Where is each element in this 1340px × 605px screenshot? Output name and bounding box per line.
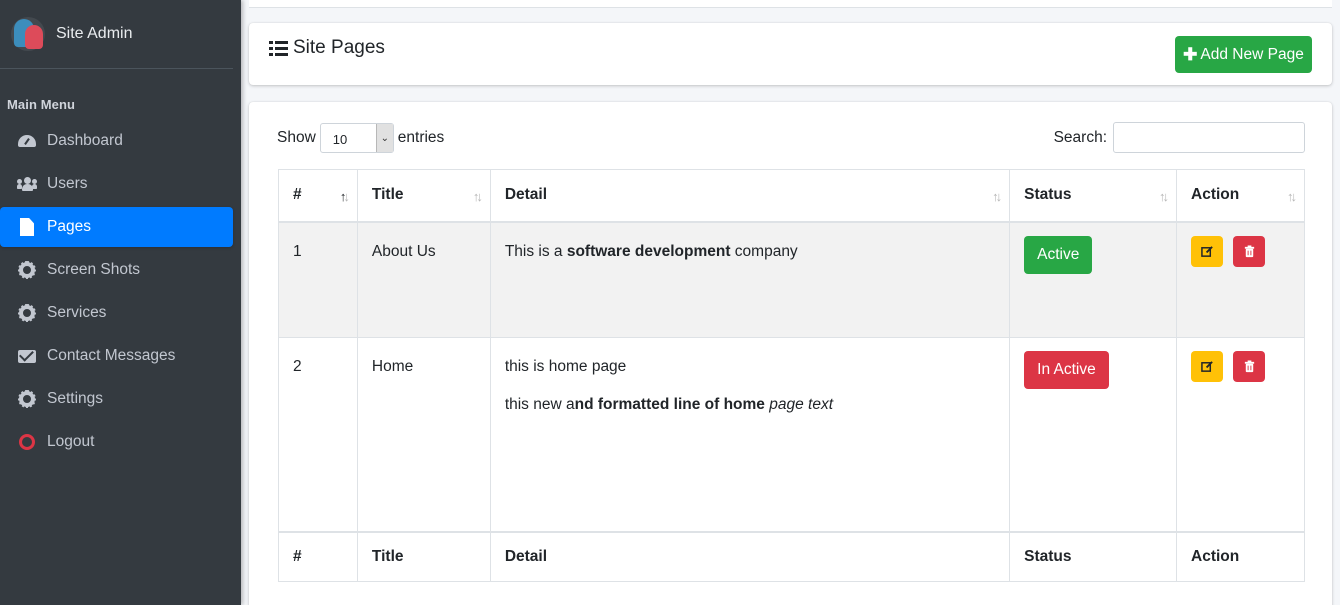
entries-select[interactable]: 10 ⌄ [319,123,394,153]
cell-action [1176,337,1305,532]
cell-detail: this is home page this new and formatted… [489,337,1011,532]
trash-icon [1244,244,1254,257]
gear-icon [17,304,37,322]
sidebar-item-screen-shots[interactable]: Screen Shots [0,250,233,290]
sidebar-item-label: Users [47,175,88,192]
delete-button[interactable] [1233,351,1266,382]
delete-button[interactable] [1233,235,1266,267]
gear-icon [17,390,37,408]
file-icon [17,218,37,236]
cell-action [1176,221,1305,338]
users-icon [17,175,37,193]
pages-table-card: Show 10 ⌄ entries Search: # ↑↓ Title ↑↓ De… [249,102,1332,605]
cell-number: 2 [278,337,358,532]
chevron-down-icon: ⌄ [375,124,393,152]
detail-line: this is home page [504,358,627,375]
sidebar-item-logout[interactable]: Logout [0,422,233,462]
entries-select-value: 10 [332,132,348,147]
cell-status: In Active [1009,337,1178,532]
plus-icon: ✚ [1183,44,1198,64]
entries-length-control: Show 10 ⌄ entries [277,123,444,153]
cell-status: Active [1009,221,1178,338]
sidebar-item-label: Services [47,304,107,321]
table-header-row: # ↑↓ Title ↑↓ Detail ↑↓ Status ↑↓ Action ↑↓ [278,169,1305,223]
footer-action: Action [1176,530,1305,582]
gear-icon [17,261,37,279]
footer-title: Title [356,530,491,582]
sidebar-item-pages[interactable]: Pages [0,207,233,247]
sort-asc-icon: ↑↓ [339,189,350,204]
sidebar-item-label: Logout [47,433,95,450]
sidebar-item-dashboard[interactable]: Dashboard [0,121,233,161]
edit-icon [1200,361,1213,372]
cell-title: Home [356,337,491,532]
page-title: Site Pages [269,37,385,59]
sort-icon: ↑↓ [1159,189,1169,204]
pages-table: # ↑↓ Title ↑↓ Detail ↑↓ Status ↑↓ Action ↑↓ 1… [278,169,1305,582]
menu-header: Main Menu [7,97,76,112]
edit-icon [1200,245,1213,257]
cell-number: 1 [278,221,358,338]
sort-icon: ↑↓ [472,189,483,204]
status-badge[interactable]: Active [1024,235,1093,274]
sidebar-item-contact-messages[interactable]: Contact Messages [0,336,233,376]
sidebar-item-label: Settings [47,390,104,407]
top-navbar [249,0,1332,8]
column-header-action[interactable]: Action ↑↓ [1176,169,1305,223]
column-header-number[interactable]: # ↑↓ [278,169,358,223]
search-control: Search: [1054,122,1305,153]
sidebar-item-label: Pages [47,218,91,235]
sidebar-item-label: Screen Shots [47,261,141,278]
page-header-card: Site Pages ✚ Add New Page [249,23,1332,85]
list-icon [269,40,288,56]
add-new-page-label: Add New Page [1200,45,1304,63]
column-header-detail[interactable]: Detail ↑↓ [489,169,1011,223]
search-input[interactable] [1113,122,1305,153]
sort-icon: ↑↓ [1287,189,1297,204]
page-title-text: Site Pages [293,37,385,58]
search-label: Search: [1053,128,1107,146]
column-header-status[interactable]: Status ↑↓ [1009,169,1178,223]
brand-logo-icon [11,17,45,51]
envelope-icon [17,347,37,365]
power-circle-icon [17,433,37,451]
footer-number: # [278,530,358,582]
brand-text: Site Admin [56,25,133,42]
trash-icon [1244,360,1254,373]
entries-label: entries [397,129,445,146]
cell-detail: This is a software development company [489,221,1011,338]
edit-button[interactable] [1191,351,1224,382]
footer-detail: Detail [489,530,1011,582]
show-label: Show [277,129,316,146]
add-new-page-button[interactable]: ✚ Add New Page [1175,36,1312,73]
detail-line: this new and formatted line of home page… [504,396,833,413]
edit-button[interactable] [1191,235,1224,267]
table-footer-row: # Title Detail Status Action [278,530,1305,582]
sidebar-item-settings[interactable]: Settings [0,379,233,419]
sidebar-item-services[interactable]: Services [0,293,233,333]
table-row: 1 About Us This is a software developmen… [278,221,1305,338]
cell-title: About Us [356,221,491,338]
sidebar: Site Admin Main Menu Dashboard Users Pag… [0,0,241,605]
footer-status: Status [1009,530,1178,582]
sidebar-item-label: Dashboard [47,132,123,149]
tachometer-icon [17,132,37,150]
sidebar-item-users[interactable]: Users [0,164,233,204]
table-row: 2 Home this is home page this new and fo… [278,337,1305,532]
brand-link[interactable]: Site Admin [0,0,233,69]
column-header-title[interactable]: Title ↑↓ [356,169,491,223]
sort-icon: ↑↓ [992,189,1002,204]
status-badge[interactable]: In Active [1024,351,1109,389]
sidebar-item-label: Contact Messages [47,347,176,364]
